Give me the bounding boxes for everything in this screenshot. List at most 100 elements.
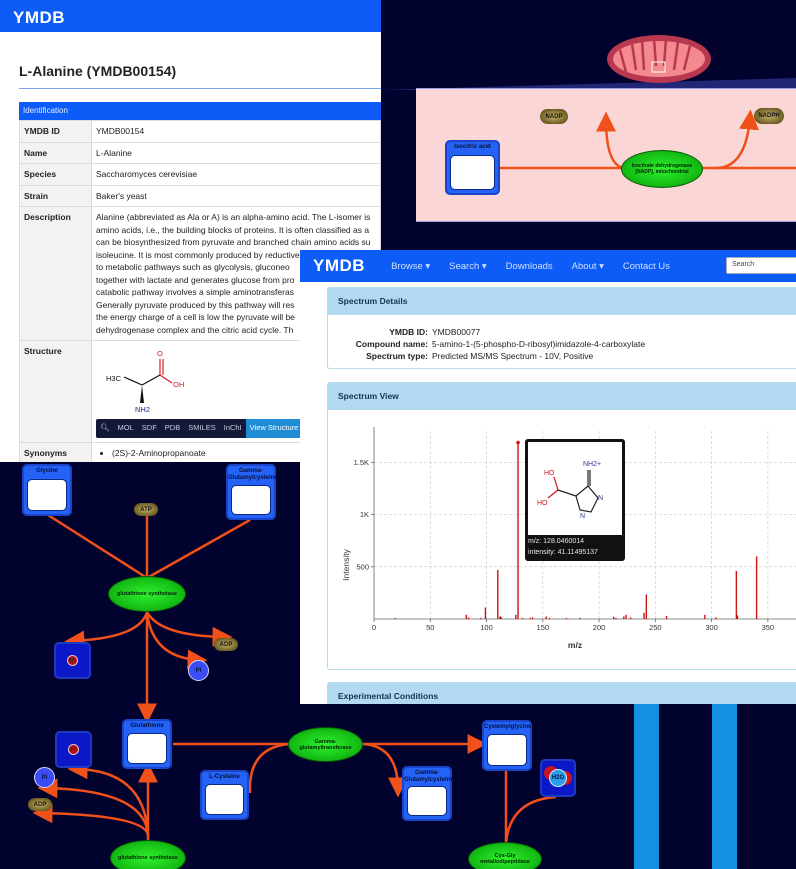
cofactor-adp[interactable]: ADP — [214, 638, 238, 651]
ion-h-plus[interactable]: H⁺ — [54, 642, 91, 679]
x-tick-label: 0 — [372, 623, 376, 632]
cofactor-atp[interactable]: ATP — [134, 503, 158, 516]
x-axis-label: m/z — [568, 640, 582, 650]
atom-label: N — [580, 513, 585, 520]
table-row: Strain Baker's yeast — [19, 184, 381, 207]
structure-image: H3C O OH NH2 — [106, 349, 184, 414]
row-key: YMDB ID — [19, 120, 92, 143]
y-tick-label: 1.5K — [354, 458, 369, 467]
navbar: YMDB — [0, 0, 381, 32]
enzyme-isocitrate-dehydrogenase[interactable]: Isocitrate dehydrogenase [NADP], mitocho… — [621, 150, 703, 188]
edge — [47, 513, 148, 580]
view-structure-button[interactable]: View Structure — [245, 419, 303, 438]
h-plus-icon: H⁺ — [67, 655, 78, 666]
node-glutathione[interactable]: Glutathione — [122, 719, 172, 769]
fragment-structure: HO HO NH2+ N N — [528, 442, 622, 535]
mitochondrion-graphic — [380, 35, 796, 90]
text-line: amino acids, i.e., the building blocks o… — [96, 224, 370, 235]
spectrum-page: YMDB Browse ▾ Search ▾ Downloads About ▾… — [300, 250, 796, 704]
text-line: Alanine (abbreviated as Ala or A) is an … — [96, 212, 371, 222]
y-tick-label: 1K — [360, 510, 369, 519]
atom-label: N — [598, 495, 603, 502]
node-label: Glycine — [36, 468, 58, 474]
atom-label: NH2 — [135, 405, 150, 414]
row-key: Species — [19, 163, 92, 186]
pdb-download-button[interactable]: PDB — [161, 419, 184, 438]
node-cysteinylglycine[interactable]: Cysteinylglycine — [482, 720, 532, 771]
atom-label: O — [157, 349, 163, 358]
node-label: Glutathione — [130, 723, 164, 729]
smiles-download-button[interactable]: SMILES — [184, 419, 220, 438]
tooltip-mz: m/z: 128.0460014 — [528, 538, 585, 545]
enzyme-cys-gly-metallodipeptidase[interactable]: Cys-Gly metallodipeptidase — [468, 842, 542, 869]
node-label: Gamma-Glutamylcysteine — [228, 468, 278, 481]
node-label: Isocitric acid — [454, 144, 491, 150]
experimental-conditions-panel: Experimental Conditions — [327, 682, 796, 704]
sdf-download-button[interactable]: SDF — [138, 419, 161, 438]
tooltip-intensity: intensity: 41.11495137 — [528, 549, 598, 556]
page-title: L-Alanine (YMDB00154) — [19, 63, 177, 79]
structure-image — [487, 734, 527, 766]
cofactor-nadph[interactable]: NADPH — [754, 108, 784, 124]
table-row: Species Saccharomyces cerevisiae — [19, 163, 381, 186]
row-value: Saccharomyces cerevisiae — [91, 163, 381, 186]
row-key: Strain — [19, 184, 92, 207]
structure-image — [450, 155, 495, 190]
edge — [146, 518, 251, 580]
enzyme-glutathione-synthetase[interactable]: glutathione synthetase — [108, 576, 186, 612]
row-value: Baker's yeast — [91, 184, 381, 207]
row-value: L-Alanine — [91, 141, 381, 164]
enzyme-gamma-glutamyltransferase[interactable]: Gamma-glutamyltransferase — [288, 727, 363, 762]
zoom-icon[interactable]: 🔍︎ — [96, 419, 114, 438]
node-l-cysteine[interactable]: L-Cysteine — [200, 770, 249, 820]
brand-logo[interactable]: YMDB — [13, 8, 65, 27]
cofactor-adp-2[interactable]: ADP — [28, 798, 52, 811]
atom-label: HO — [537, 500, 548, 507]
x-tick-label: 350 — [762, 623, 775, 632]
phosphate-pi-2[interactable]: Pi — [34, 767, 55, 788]
x-tick-label: 50 — [426, 623, 434, 632]
y-axis-label: Intensity — [341, 548, 351, 580]
table-row: YMDB ID YMDB00154 — [19, 120, 381, 143]
mol-download-button[interactable]: MOL — [114, 419, 138, 438]
atom-label: NH2+ — [583, 461, 601, 468]
divider — [19, 88, 381, 89]
node-glycine[interactable]: Glycine — [22, 464, 72, 516]
inchi-download-button[interactable]: InChI — [220, 419, 246, 438]
structure-image — [205, 784, 244, 815]
h-plus-icon: H⁺ — [68, 744, 79, 755]
text-line: can be biosynthesized from pyruvate and … — [96, 237, 371, 247]
cofactor-nadp[interactable]: NADP — [540, 109, 568, 124]
x-tick-label: 150 — [537, 623, 550, 632]
row-key: Structure — [19, 340, 92, 443]
row-value: YMDB00154 — [91, 120, 381, 143]
phosphate-pi[interactable]: Pi — [188, 660, 209, 681]
stripe — [712, 704, 737, 869]
section-header: Identification — [19, 102, 381, 120]
row-key: Description — [19, 206, 92, 341]
enzyme-glutathione-synthetase-2[interactable]: glutathione synthetase — [110, 840, 186, 869]
structure-toolbar: 🔍︎ MOL SDF PDB SMILES InChI View Structu… — [96, 419, 303, 438]
ion-h-plus-2[interactable]: H⁺ — [55, 731, 92, 768]
tooltip-text: m/z: 128.0460014 intensity: 41.11495137 — [528, 536, 598, 558]
node-gamma-glutamylcysteine-2[interactable]: Gamma-Glutamylcysteine — [402, 766, 454, 821]
node-isocitric-acid[interactable]: Isocitric acid — [445, 140, 500, 195]
peak-tooltip: HO HO NH2+ N N m/z: 128.0460014 intensit… — [525, 439, 625, 561]
panel-title: Experimental Conditions — [328, 683, 796, 704]
x-tick-label: 300 — [705, 623, 718, 632]
stripe — [634, 704, 659, 869]
table-row: Name L-Alanine — [19, 141, 381, 164]
atom-label: H3C — [106, 374, 122, 383]
row-key: Synonyms — [19, 442, 92, 462]
mitochondrion-compartment: Isocitric acid NADP NADPH Isocitrate deh… — [416, 88, 796, 222]
structure-image — [231, 485, 271, 515]
atom-label: HO — [544, 470, 555, 477]
structure-image — [407, 786, 447, 816]
node-gamma-glutamylcysteine[interactable]: Gamma-Glutamylcysteine — [226, 464, 278, 520]
y-tick-label: 500 — [356, 562, 369, 571]
structure-image — [127, 733, 167, 764]
water-h2o[interactable]: H2O — [540, 759, 576, 797]
highlight-point — [516, 440, 520, 445]
structure-image — [27, 479, 67, 511]
atom-label: OH — [173, 380, 184, 389]
